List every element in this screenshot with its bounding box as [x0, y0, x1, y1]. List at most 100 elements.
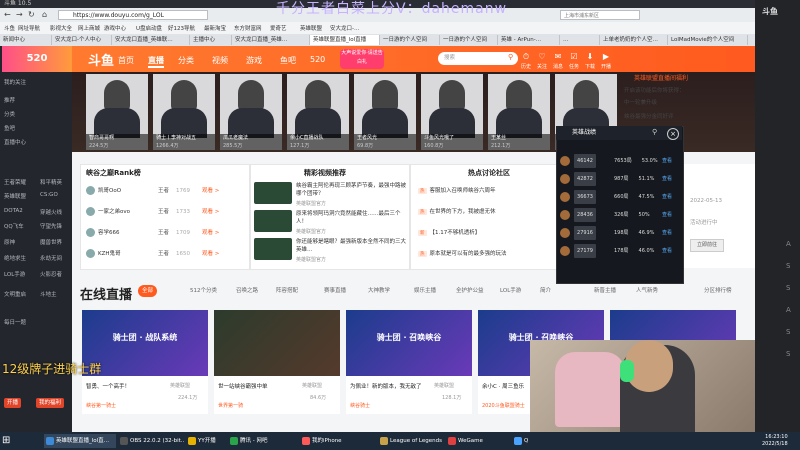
taskbar-app[interactable]: WeGame: [446, 434, 510, 448]
popup-view-link[interactable]: 查看: [662, 208, 672, 222]
sidebar-bottom-button[interactable]: 开播: [4, 398, 22, 408]
popup-search-icon[interactable]: ⚲: [652, 128, 657, 136]
bookmark-item[interactable]: U盘启动盘: [136, 24, 162, 32]
nav-item[interactable]: 首页: [118, 55, 134, 66]
bookmark-item[interactable]: 游戏中心: [104, 24, 126, 32]
live-filter-chip[interactable]: 全护护公益: [452, 285, 488, 297]
live-filter-chip[interactable]: 娱乐主播: [410, 285, 440, 297]
video-title[interactable]: 峡谷霸主阿伦再现三顾茅庐节奏，最强中路被哪个团带？: [296, 182, 406, 198]
site-logo[interactable]: 斗鱼: [88, 50, 114, 69]
browser-tab[interactable]: 安大龙口-个人中心: [52, 35, 112, 45]
hot-topic-row[interactable]: 新【1.17不够机透析】: [418, 228, 480, 236]
live-room-title[interactable]: 为佩业！新的版本，我无敌了: [350, 382, 422, 390]
rank-row[interactable]: KZH鬼哥 王者 1650 观看 >: [86, 249, 244, 258]
windows-start-icon[interactable]: ⊞: [2, 434, 14, 448]
back-icon[interactable]: ←: [4, 10, 11, 19]
live-room-card[interactable]: 世一站峡谷霸强中单 英雄联盟 84.6万 世界第一骑: [214, 310, 340, 414]
refresh-icon[interactable]: ↻: [28, 10, 35, 19]
bookmark-item[interactable]: 网址导航: [18, 24, 40, 32]
nav-item[interactable]: 分类: [178, 55, 194, 66]
sidebar-item[interactable]: 火影忍者: [40, 270, 62, 278]
sidebar-item[interactable]: QQ飞车: [4, 222, 24, 230]
bookmark-item[interactable]: 影视大全: [50, 24, 72, 32]
promo-button[interactable]: 大声说爱你·请送告白礼: [340, 49, 384, 69]
sidebar-item[interactable]: 我的关注: [4, 78, 26, 86]
hero-streamer-card[interactable]: 智商哥哥啊 224.5万: [86, 74, 148, 150]
video-thumbnail[interactable]: [254, 210, 292, 232]
popup-view-link[interactable]: 查看: [662, 154, 672, 168]
browser-tab[interactable]: 英雄 - ArPun-…: [498, 35, 560, 45]
sidebar-item[interactable]: 分类: [4, 110, 15, 118]
live-filter-chip[interactable]: 分区排行榜: [700, 285, 736, 297]
browser-tab[interactable]: 一日游的个人空间: [440, 35, 498, 45]
nav-item[interactable]: 视频: [212, 55, 228, 66]
bookmark-item[interactable]: 英雄联盟: [300, 24, 322, 32]
nav-item[interactable]: 鱼吧: [280, 55, 296, 66]
history-icon[interactable]: ⏱: [520, 52, 532, 62]
sidebar-item[interactable]: 推荐: [4, 96, 15, 104]
sidebar-item[interactable]: DOTA2: [4, 208, 23, 214]
bookmark-item[interactable]: 好123导航: [168, 24, 195, 32]
bookmark-item[interactable]: 最新淘宝: [204, 24, 226, 32]
live-filter-chip[interactable]: 新晋主播: [590, 285, 620, 297]
browser-tab[interactable]: 英雄联盟直播_lol直播: [310, 35, 380, 45]
sidebar-item[interactable]: 斗地主: [40, 290, 57, 298]
rank-row[interactable]: 一家之弟ovo 王者 1733 观看 >: [86, 207, 244, 216]
live-room-title[interactable]: 智勇、一个高手！: [86, 382, 130, 390]
live-room-title[interactable]: 余小C · 周三鱼乐: [482, 382, 524, 390]
live-filter-chip[interactable]: 赛事直播: [320, 285, 350, 297]
sidebar-item[interactable]: 鱼吧: [4, 124, 15, 132]
taskbar-app[interactable]: YY开播: [186, 434, 226, 448]
hot-topic-text[interactable]: 原本就是可以有的最多强的玩法: [430, 249, 507, 257]
rank-row[interactable]: 容学666 王者 1709 观看 >: [86, 228, 244, 237]
browser-tab[interactable]: 上单老奶奶的个人空…: [600, 35, 668, 45]
sidebar-item[interactable]: LOL手游: [4, 270, 25, 278]
popup-view-link[interactable]: 查看: [662, 244, 672, 258]
taskbar-app[interactable]: Q: [512, 434, 542, 448]
benefit-button[interactable]: 立即前往: [690, 239, 724, 252]
hot-topic-text[interactable]: 在世界的下方，我被虐无休: [430, 207, 496, 215]
live-room-card[interactable]: 骑士团 · 召唤峡谷 为佩业！新的版本，我无敌了 英雄联盟 128.1万 峡谷骑士: [346, 310, 472, 414]
bookmark-item[interactable]: 网上商城: [78, 24, 100, 32]
live-filter-chip[interactable]: 512个分类: [186, 285, 221, 297]
bookmark-item[interactable]: 爱奇艺: [270, 24, 287, 32]
sidebar-item[interactable]: 英雄联盟: [4, 192, 26, 200]
sidebar-bottom-button[interactable]: 我的福利: [36, 398, 65, 408]
popup-view-link[interactable]: 查看: [662, 190, 672, 204]
sidebar-item[interactable]: 王者荣耀: [4, 178, 26, 186]
sidebar-item[interactable]: 原神: [4, 238, 15, 246]
live-filter-chip[interactable]: 简介: [536, 285, 555, 297]
live-thumbnail[interactable]: [346, 310, 472, 376]
browser-tab[interactable]: LolMadMovie的个人空间: [668, 35, 748, 45]
sidebar-item[interactable]: 和平精英: [40, 178, 62, 186]
taskbar-app[interactable]: League of Legends: [378, 434, 444, 448]
rank-watch-link[interactable]: 观看 >: [202, 186, 219, 194]
home-icon[interactable]: ⌂: [42, 10, 47, 19]
hero-streamer-card[interactable]: 斗鱼风光哦了 160.8万: [421, 74, 483, 150]
message-icon[interactable]: ✉: [552, 52, 564, 61]
rank-watch-link[interactable]: 观看 >: [202, 249, 219, 257]
forward-icon[interactable]: →: [16, 10, 23, 19]
url-input[interactable]: https://www.douyu.com/g_LOL: [58, 10, 208, 20]
rank-watch-link[interactable]: 观看 >: [202, 228, 219, 236]
taskbar-app[interactable]: 我的iPhone: [300, 434, 376, 448]
browser-tab[interactable]: 主播中心: [190, 35, 232, 45]
sidebar-item[interactable]: 永劫无间: [40, 254, 62, 262]
video-thumbnail[interactable]: [254, 238, 292, 260]
live-start-icon[interactable]: ▶: [600, 52, 612, 61]
taskbar-app[interactable]: 英雄联盟直播_lol直…: [44, 434, 116, 448]
download-icon[interactable]: ⬇: [584, 52, 596, 61]
taskbar-app[interactable]: 腾讯 - 网吧: [228, 434, 298, 448]
sidebar-item[interactable]: 魔兽世界: [40, 238, 62, 246]
sidebar-item[interactable]: 每日一题: [4, 318, 26, 326]
hero-streamer-card[interactable]: 骑士丨李神对战五 1266.4万: [153, 74, 215, 150]
follow-icon[interactable]: ♡: [536, 52, 548, 61]
live-thumbnail[interactable]: [214, 310, 340, 376]
live-filter-chip[interactable]: 召唤之路: [232, 285, 262, 297]
hot-topic-text[interactable]: 【1.17不够机透析】: [430, 228, 481, 236]
live-filter-chip[interactable]: 全部: [138, 285, 158, 297]
popup-close-button[interactable]: ×: [667, 128, 679, 140]
live-filter-chip[interactable]: LOL手游: [496, 285, 525, 297]
rank-watch-link[interactable]: 观看 >: [202, 207, 219, 215]
hot-topic-row[interactable]: 热原本就是可以有的最多强的玩法: [418, 249, 507, 257]
